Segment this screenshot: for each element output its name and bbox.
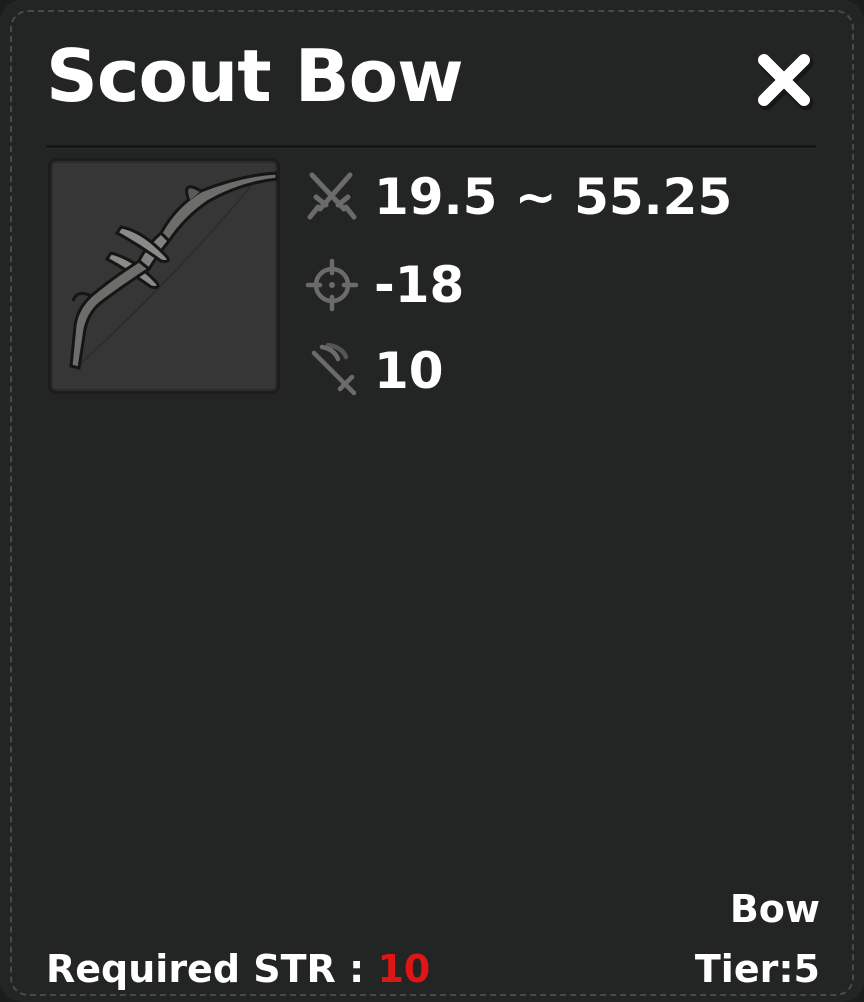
header-divider: [46, 145, 816, 149]
stat-speed: 10: [304, 336, 444, 406]
crossed-swords-icon: [307, 172, 357, 220]
close-icon: [758, 54, 814, 111]
stat-damage-value: 19.5 ~ 55.25: [374, 168, 733, 226]
close-button[interactable]: [752, 48, 816, 112]
stat-damage: 19.5 ~ 55.25: [304, 162, 732, 232]
required-str-value: 10: [377, 947, 431, 991]
required-str-label: Required STR :: [46, 947, 378, 991]
item-name: Scout Bow: [46, 34, 464, 118]
bow-item-icon: [69, 171, 277, 370]
sword-speed-icon: [311, 343, 357, 396]
item-image-frame: [48, 158, 280, 394]
required-str: Required STR : 10: [46, 950, 430, 988]
crosshair-icon: [305, 258, 359, 312]
weapon-type: Bow: [729, 887, 820, 931]
stat-speed-value: 10: [374, 342, 444, 400]
stat-accuracy-value: -18: [374, 256, 465, 314]
item-tier: Tier:5: [694, 947, 820, 991]
item-tooltip-panel: Scout Bow 19.5 ~ 55.25 -18 10 Bow Requir…: [0, 0, 864, 1002]
stat-accuracy: -18: [304, 250, 464, 320]
